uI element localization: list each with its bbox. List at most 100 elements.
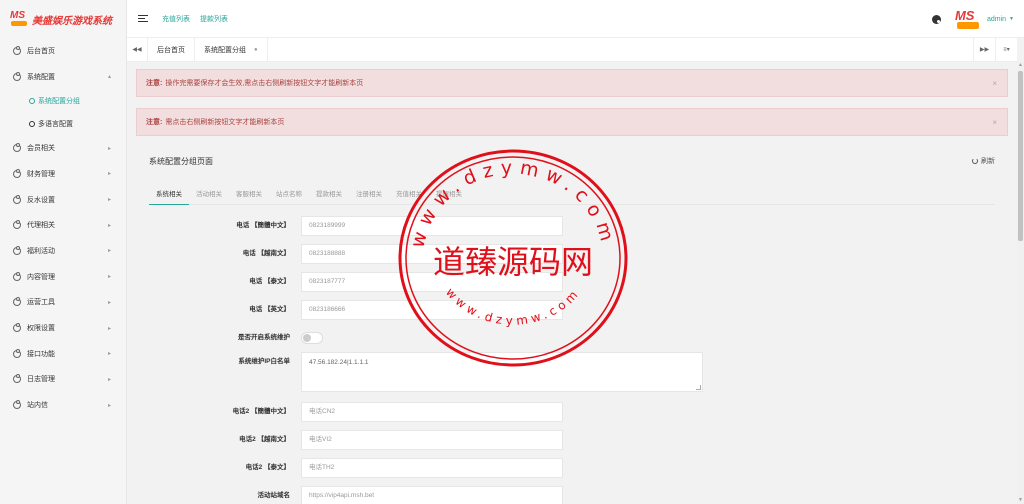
page-scrollbar[interactable]: ▲ ▼ [1017, 62, 1024, 504]
chevron-icon: ▸ [107, 145, 111, 152]
text-field[interactable]: 电话VI2 [301, 430, 563, 450]
config-subtab[interactable]: 提款相关 [309, 184, 349, 205]
scrollbar-thumb[interactable] [1018, 71, 1023, 241]
sidebar-item-label: 福利活动 [27, 247, 55, 255]
page-title: 系统配置分组页面 [149, 157, 213, 166]
text-field[interactable]: 0823187777 [301, 272, 563, 292]
close-icon[interactable]: × [992, 118, 997, 127]
tab-menu-icon[interactable]: ≡▾ [995, 38, 1017, 62]
config-subtab[interactable]: 充值相关 [389, 184, 429, 205]
chevron-icon: ▸ [107, 197, 111, 204]
config-subtab[interactable]: 活动相关 [189, 184, 229, 205]
scroll-down-icon[interactable]: ▼ [1017, 497, 1024, 504]
logo-mark: MS [10, 10, 25, 21]
notice-text: 操作完需要保存才会生效,需点击右侧刷新按钮文字才能刷新本页 [165, 80, 364, 87]
sidebar-item[interactable]: 会员相关 ▸ [0, 135, 126, 161]
sidebar-item[interactable]: 代理相关 ▸ [0, 212, 126, 238]
menu-bullet-icon [13, 271, 21, 281]
chevron-icon: ▸ [107, 274, 111, 281]
menu-bullet-icon [29, 97, 35, 104]
sidebar-item[interactable]: 站内信 ▸ [0, 392, 126, 418]
sidebar-subitem[interactable]: 多语言配置 [0, 112, 126, 135]
sidebar-item[interactable]: 接口功能 ▸ [0, 341, 126, 367]
theme-palette-icon[interactable] [931, 14, 941, 24]
scroll-up-icon[interactable]: ▲ [1017, 62, 1024, 69]
avatar[interactable]: MS [955, 8, 981, 30]
tab-system-config-group-label: 系统配置分组 [204, 46, 246, 54]
recharge-list-link[interactable]: 充值列表 [162, 14, 190, 24]
user-name[interactable]: admin [987, 16, 1006, 23]
sidebar-item[interactable]: 系统配置 ▴ [0, 64, 126, 90]
chevron-icon: ▸ [107, 325, 111, 332]
sidebar-item[interactable]: 后台首页 [0, 38, 126, 64]
menu-bullet-icon [13, 323, 21, 333]
chevron-icon: ▸ [107, 171, 111, 178]
withdraw-list-link[interactable]: 提款列表 [200, 14, 228, 24]
config-subtab[interactable]: 客服相关 [229, 184, 269, 205]
app-title: 美盛娱乐游戏系统 [32, 15, 112, 27]
text-field[interactable]: https://vip4api.msh.bet [301, 486, 563, 504]
page-tabbar: ◀◀ 后台首页 系统配置分组 ● ▶▶ ≡▾ [127, 37, 1017, 62]
sidebar-subitem[interactable]: 系统配置分组 [0, 89, 126, 112]
field-label: 系统维护IP白名单 [238, 358, 290, 365]
tab-scroll-right-icon[interactable]: ▶▶ [973, 38, 995, 62]
config-subtab[interactable]: 提醒相关 [429, 184, 469, 205]
main-content: 注意: 操作完需要保存才会生效,需点击右侧刷新按钮文字才能刷新本页 × 注意: … [127, 62, 1017, 504]
form-row: 电话 【泰文】 0823187777 [136, 272, 1008, 292]
avatar-badge-bar [956, 22, 979, 29]
logo-badge-bar [11, 21, 27, 26]
sidebar-item-label: 权限设置 [27, 325, 55, 333]
text-field[interactable]: 电话CN2 [301, 402, 563, 422]
config-subtab[interactable]: 系统相关 [149, 184, 189, 205]
sidebar-item-label: 系统配置 [27, 73, 55, 81]
field-label: 电话2 【越南文】 [239, 436, 290, 443]
refresh-button[interactable]: 刷新 [972, 156, 995, 166]
text-field[interactable]: 0823189999 [301, 216, 563, 236]
notice-alert: 注意: 需点击右侧刷新按钮文字才能刷新本页 × [136, 108, 1008, 136]
field-label: 电话2 【簡體中文】 [232, 408, 290, 415]
menu-toggle-icon[interactable] [138, 14, 148, 23]
sidebar-item[interactable]: 反水设置 ▸ [0, 187, 126, 213]
sidebar-item-label: 代理相关 [27, 222, 55, 230]
app-logo[interactable]: MS 美盛娱乐游戏系统 [0, 0, 126, 38]
form-row: 电话 【越南文】 0823188888 [136, 244, 1008, 264]
resize-grip-icon[interactable] [696, 385, 701, 390]
close-icon[interactable]: × [992, 79, 997, 88]
notice-alert: 注意: 操作完需要保存才会生效,需点击右侧刷新按钮文字才能刷新本页 × [136, 69, 1008, 97]
config-subtab[interactable]: 站点名称 [269, 184, 309, 205]
text-field[interactable]: 0823186666 [301, 300, 563, 320]
tab-close-icon[interactable]: ● [254, 47, 258, 53]
text-field[interactable]: 电话TH2 [301, 458, 563, 478]
ip-whitelist-textarea[interactable]: 47.56.182.24|1.1.1.1 [301, 352, 703, 392]
textarea-value: 47.56.182.24|1.1.1.1 [309, 359, 369, 366]
form-row: 电话 【簡體中文】 0823189999 [136, 216, 1008, 236]
sidebar-item[interactable]: 权限设置 ▸ [0, 315, 126, 341]
sidebar-subitem-label: 多语言配置 [38, 120, 73, 128]
text-field[interactable]: 0823188888 [301, 244, 563, 264]
notice-text: 需点击右侧刷新按钮文字才能刷新本页 [165, 119, 285, 126]
config-subtab[interactable]: 注册相关 [349, 184, 389, 205]
menu-bullet-icon [13, 45, 21, 55]
brand-logo-icon: MS [10, 11, 28, 27]
sidebar-item-label: 日志管理 [27, 376, 55, 384]
tab-scroll-left-icon[interactable]: ◀◀ [127, 46, 147, 53]
menu-bullet-icon [13, 297, 21, 307]
menu-bullet-icon [13, 374, 21, 384]
sidebar-item[interactable]: 内容管理 ▸ [0, 264, 126, 290]
chevron-down-icon[interactable]: ▼ [1009, 16, 1014, 22]
sidebar-item-label: 接口功能 [27, 350, 55, 358]
tab-system-config-group[interactable]: 系统配置分组 ● [194, 37, 268, 62]
config-panel: 系统配置分组页面 刷新 系统相关 活动相关 客服相关 站点名称 提款相关 注册相关 充值相关… [136, 146, 1008, 504]
maintenance-toggle[interactable] [301, 332, 323, 344]
notice-prefix: 注意: [146, 119, 163, 126]
tab-home[interactable]: 后台首页 [147, 37, 194, 62]
sidebar-item[interactable]: 日志管理 ▸ [0, 367, 126, 393]
sidebar-item[interactable]: 运营工具 ▸ [0, 290, 126, 316]
chevron-icon: ▸ [107, 299, 111, 306]
sidebar-item[interactable]: 福利活动 ▸ [0, 238, 126, 264]
sidebar-menu: 后台首页 系统配置 ▴ 系统配置分组 多语言配置 会员相关 ▸ 财务管理 ▸ 反水设置 ▸ 代理相关 ▸… [0, 38, 126, 418]
form-row: 是否开启系统维护 [136, 328, 1008, 348]
form-row: 电话2 【越南文】 电话VI2 [136, 430, 1008, 450]
sidebar-item-label: 反水设置 [27, 196, 55, 204]
sidebar-item[interactable]: 财务管理 ▸ [0, 161, 126, 187]
